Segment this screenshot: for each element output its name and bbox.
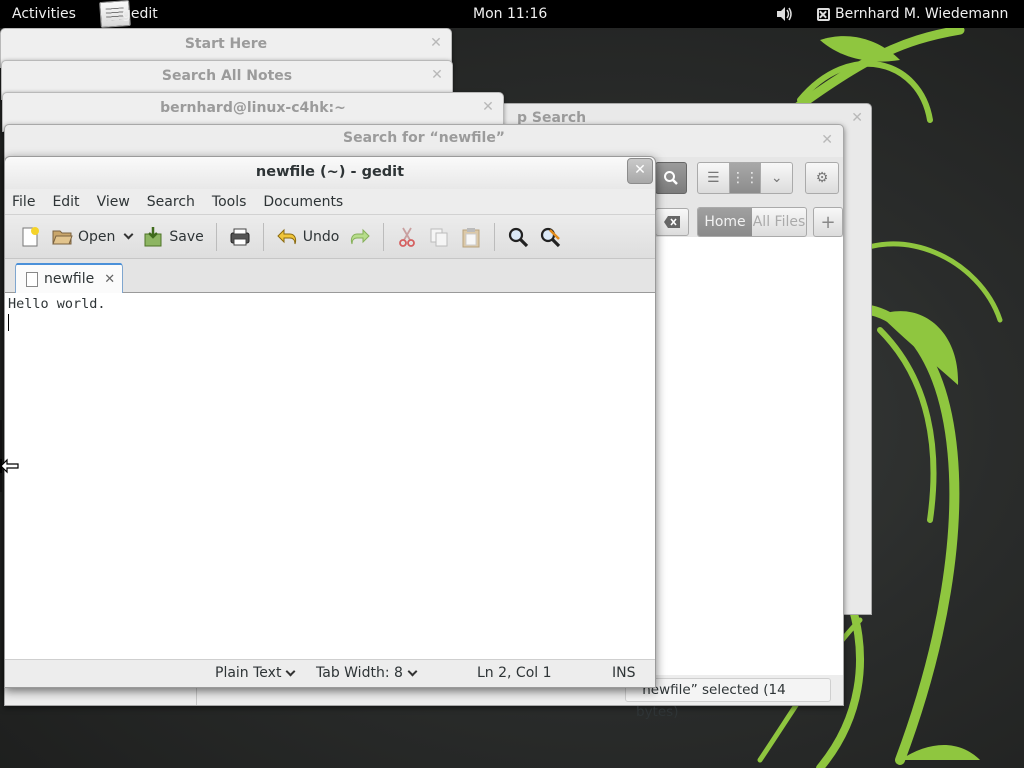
undo-label: Undo — [302, 228, 340, 245]
menu-file[interactable]: File — [12, 194, 35, 210]
cursor-position: Ln 2, Col 1 — [477, 665, 552, 681]
new-document-icon — [22, 226, 39, 246]
window-title: newfile (~) - gedit — [5, 157, 655, 189]
open-recent-dropdown[interactable] — [121, 221, 134, 253]
find-replace-icon — [541, 227, 561, 247]
text-editor[interactable]: Hello world. — [5, 293, 655, 659]
tab-width-selector[interactable]: Tab Width: 8 — [316, 665, 418, 681]
new-document-button[interactable] — [19, 221, 41, 253]
menu-edit[interactable]: Edit — [52, 194, 79, 210]
chevron-down-icon — [407, 666, 418, 676]
redo-button[interactable] — [349, 221, 371, 253]
gedit-window[interactable]: newfile (~) - gedit ✕ File Edit View Sea… — [4, 156, 656, 688]
window-title: Search All Notes — [161, 68, 293, 84]
user-name: Bernhard M. Wiedemann — [835, 6, 1009, 22]
paste-button[interactable] — [460, 221, 482, 253]
status-bar: Plain Text Tab Width: 8 Ln 2, Col 1 INS — [5, 659, 655, 687]
find-button[interactable] — [507, 221, 529, 253]
window-title: Search for “newfile” — [342, 130, 506, 146]
resize-cursor-icon — [0, 458, 19, 474]
menu-documents[interactable]: Documents — [263, 194, 343, 210]
save-button[interactable]: Save — [142, 221, 204, 253]
save-icon — [144, 226, 162, 246]
menu-search[interactable]: Search — [147, 194, 195, 210]
add-criteria-button[interactable]: + — [813, 207, 843, 237]
menu-bar: File Edit View Search Tools Documents — [5, 189, 655, 215]
close-icon[interactable]: ✕ — [821, 132, 833, 148]
editor-line-cursor — [8, 313, 652, 331]
paste-icon — [462, 227, 480, 247]
menu-tools[interactable]: Tools — [212, 194, 247, 210]
activities-button[interactable]: Activities — [12, 6, 76, 22]
location-all-files[interactable]: All Files — [752, 208, 806, 236]
toolbar-separator — [383, 222, 385, 251]
top-bar: Activities gedit Mon 11:16 Bernhard M. W… — [0, 0, 1024, 29]
open-label: Open — [78, 228, 116, 245]
close-icon[interactable]: ✕ — [104, 272, 115, 287]
print-button[interactable] — [229, 221, 251, 253]
gear-icon[interactable]: ⚙ — [805, 162, 839, 194]
toolbar-separator — [215, 222, 217, 251]
list-view-icon[interactable]: ☰ — [698, 163, 730, 193]
toolbar-separator — [494, 222, 496, 251]
search-icon — [664, 171, 678, 185]
location-home[interactable]: Home — [698, 208, 752, 236]
clear-search-icon[interactable] — [655, 208, 689, 236]
chevron-down-icon[interactable]: ⌄ — [761, 163, 792, 193]
close-icon[interactable]: ✕ — [481, 100, 495, 114]
close-icon[interactable]: ✕ — [851, 110, 863, 126]
tab-newfile[interactable]: newfile ✕ — [15, 263, 123, 294]
close-icon[interactable]: ✕ — [627, 158, 653, 184]
save-label: Save — [169, 228, 204, 245]
app-menu-label: gedit — [122, 6, 158, 22]
tab-width-label: Tab Width: 8 — [316, 665, 403, 681]
clock[interactable]: Mon 11:16 — [473, 6, 547, 22]
screen-edge-marker — [0, 420, 2, 492]
search-results-pane[interactable] — [655, 237, 843, 675]
window-title: bernhard@linux-c4hk:~ — [160, 100, 346, 116]
folder-open-icon — [52, 230, 73, 244]
open-button[interactable]: Open — [51, 221, 115, 253]
user-menu[interactable]: Bernhard M. Wiedemann — [817, 6, 1008, 22]
tab-label: newfile — [44, 271, 95, 287]
copy-icon — [430, 228, 448, 246]
close-icon[interactable]: ✕ — [429, 36, 443, 50]
editor-line: Hello world. — [8, 296, 106, 312]
printer-icon — [230, 228, 250, 245]
volume-icon[interactable] — [775, 5, 793, 27]
app-menu[interactable]: gedit — [99, 0, 158, 29]
chevron-down-icon — [123, 229, 134, 240]
text-cursor — [8, 313, 9, 331]
cut-button[interactable] — [396, 221, 418, 253]
find-replace-button[interactable] — [539, 221, 561, 253]
grid-view-icon[interactable]: ⋮⋮ — [729, 163, 762, 193]
scissors-icon — [399, 227, 416, 247]
language-label: Plain Text — [215, 665, 282, 681]
view-switcher[interactable]: ☰ ⋮⋮ ⌄ — [697, 162, 793, 194]
close-icon[interactable]: ✕ — [430, 68, 444, 82]
window-title: Start Here — [184, 36, 268, 52]
undo-button[interactable]: Undo — [276, 221, 340, 253]
language-selector[interactable]: Plain Text — [215, 665, 296, 681]
user-status-icon — [817, 7, 830, 21]
menu-view[interactable]: View — [97, 194, 130, 210]
document-icon — [26, 271, 38, 287]
search-icon — [509, 227, 529, 247]
redo-icon — [351, 228, 371, 244]
toolbar-separator — [262, 222, 264, 251]
search-location-switcher[interactable]: Home All Files — [697, 207, 807, 237]
document-tabs: newfile ✕ — [5, 259, 655, 294]
chevron-down-icon — [286, 666, 296, 676]
toolbar: Open Save Undo — [5, 215, 655, 259]
undo-icon — [277, 228, 296, 244]
copy-button[interactable] — [428, 221, 450, 253]
search-button[interactable] — [655, 162, 687, 194]
insert-mode: INS — [612, 665, 636, 681]
